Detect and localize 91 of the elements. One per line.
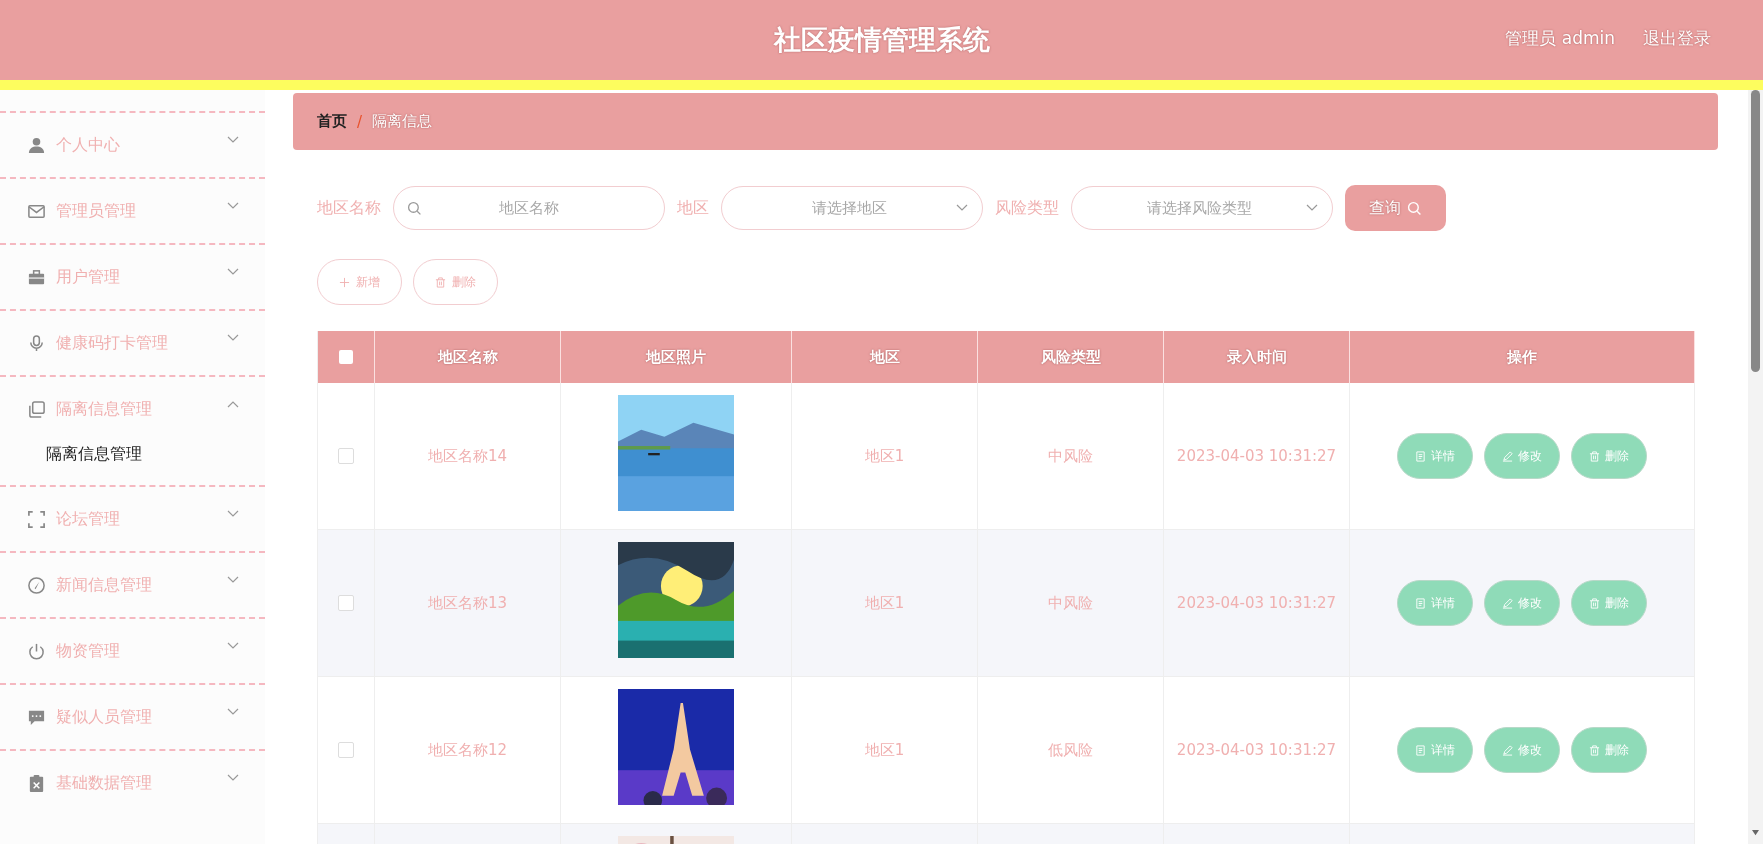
chevron-icon [227, 510, 239, 518]
table-cell: 地区名称12 [427, 740, 508, 760]
chevron-icon [227, 708, 239, 716]
table-cell: 地区1 [864, 593, 905, 613]
user-name: 管理员 admin [1505, 27, 1615, 50]
delete-button[interactable]: 删除 [1571, 580, 1647, 626]
chevron-icon [227, 136, 239, 144]
checkbox[interactable] [338, 448, 354, 464]
table-cell: 2023-04-03 10:31:27 [1176, 741, 1337, 759]
corners-icon [27, 509, 46, 529]
table-cell: 地区名称13 [427, 593, 508, 613]
document-icon [1415, 597, 1426, 609]
trash-icon [1589, 744, 1600, 756]
checkbox[interactable] [338, 595, 354, 611]
breadcrumb-current: 隔离信息 [372, 112, 433, 131]
checkbox[interactable] [339, 350, 353, 364]
edit-button[interactable]: 修改 [1484, 433, 1560, 479]
detail-button[interactable]: 详情 [1397, 727, 1473, 773]
chevron-icon [227, 642, 239, 650]
field-label: 地区 [677, 197, 709, 219]
table-cell: 中风险 [1048, 593, 1093, 613]
scroll-down-icon[interactable] [1751, 829, 1760, 836]
menu-item[interactable]: 管理员管理 [0, 179, 265, 243]
logout-link[interactable]: 退出登录 [1643, 27, 1711, 50]
person-icon [27, 135, 46, 155]
table-cell: 低风险 [1048, 740, 1093, 760]
detail-button[interactable]: 详情 [1397, 580, 1473, 626]
chevron-icon [227, 400, 239, 408]
menu-item[interactable]: 物资管理 [0, 619, 265, 683]
edit-button[interactable]: 修改 [1484, 580, 1560, 626]
chevron-icon [956, 204, 968, 212]
field-label: 风险类型 [995, 197, 1059, 219]
menu-item[interactable]: 新闻信息管理 [0, 553, 265, 617]
table-cell: 地区1 [864, 446, 905, 466]
chevron-icon [227, 576, 239, 584]
pencil-icon [1502, 450, 1513, 462]
table-cell: 中风险 [1048, 446, 1093, 466]
column-header: 风险类型 [1040, 347, 1101, 367]
query-button[interactable]: 查询 [1345, 185, 1446, 231]
menu-item[interactable]: 论坛管理 [0, 487, 265, 551]
trash-icon [1589, 450, 1600, 462]
breadcrumb-link[interactable]: 首页 [317, 112, 347, 131]
briefcase-icon [27, 267, 46, 287]
search-field[interactable]: 地区名称 [393, 186, 665, 230]
table-cell: 地区1 [864, 740, 905, 760]
pencil-icon [1502, 597, 1513, 609]
add-button[interactable]: 新增 [317, 259, 402, 305]
trash-icon [435, 276, 446, 288]
scrollbar[interactable] [1748, 90, 1763, 844]
table-cell: 2023-04-03 10:31:27 [1176, 594, 1337, 612]
pencil-icon [1502, 744, 1513, 756]
app-title: 社区疫情管理系统 [773, 23, 990, 57]
trash-icon [1589, 597, 1600, 609]
field-label: 地区名称 [317, 197, 381, 219]
breadcrumb-separator: / [357, 112, 363, 131]
menu-item[interactable]: 个人中心 [0, 113, 265, 177]
menu-item[interactable]: 用户管理 [0, 245, 265, 309]
table-cell: 地区名称14 [427, 446, 508, 466]
microphone-icon [27, 333, 46, 353]
table-cell: 2023-04-03 10:31:27 [1176, 447, 1337, 465]
menu-item[interactable]: 隔离信息管理 [0, 377, 265, 441]
menu-item[interactable]: 基础数据管理 [0, 751, 265, 815]
power-icon [27, 641, 46, 661]
chevron-icon [227, 202, 239, 210]
document-icon [1415, 744, 1426, 756]
detail-button[interactable]: 详情 [1397, 433, 1473, 479]
column-header: 地区照片 [646, 347, 706, 367]
delete-button[interactable]: 删除 [413, 259, 498, 305]
column-header: 录入时间 [1226, 347, 1287, 367]
checkbox[interactable] [338, 742, 354, 758]
chevron-icon [1306, 204, 1318, 212]
edit-button[interactable]: 修改 [1484, 727, 1560, 773]
search-icon [1407, 200, 1422, 216]
delete-button[interactable]: 删除 [1571, 727, 1647, 773]
menu-item[interactable]: 健康码打卡管理 [0, 311, 265, 375]
chevron-icon [227, 334, 239, 342]
scrollbar-thumb[interactable] [1751, 90, 1760, 372]
compass-icon [27, 575, 46, 595]
menu-item[interactable]: 疑似人员管理 [0, 685, 265, 749]
column-header: 操作 [1507, 347, 1537, 367]
delete-button[interactable]: 删除 [1571, 433, 1647, 479]
column-header: 地区 [869, 347, 900, 367]
copy-icon [27, 399, 46, 419]
plus-icon [339, 276, 350, 288]
chevron-icon [227, 268, 239, 276]
chevron-icon [227, 774, 239, 782]
document-icon [1415, 450, 1426, 462]
submenu-item[interactable]: 隔离信息管理 [0, 441, 265, 485]
column-header: 地区名称 [437, 347, 498, 367]
clipboard-icon [27, 773, 46, 793]
search-icon [407, 201, 422, 216]
